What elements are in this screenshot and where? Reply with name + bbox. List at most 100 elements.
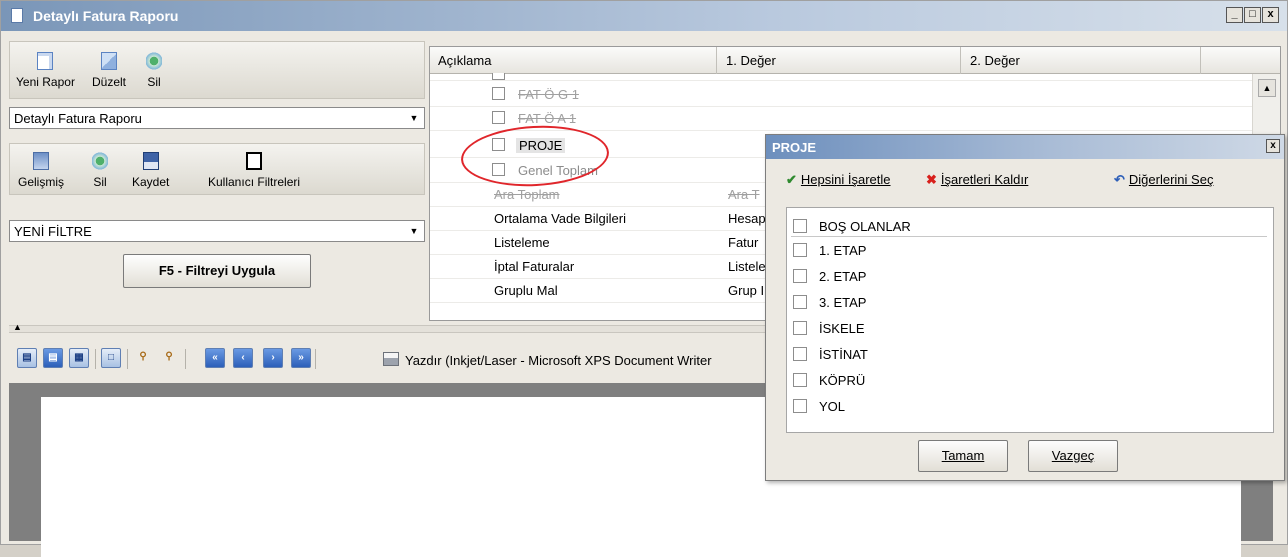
item-checkbox[interactable] [793, 373, 807, 387]
item-checkbox[interactable] [793, 269, 807, 283]
collapse-icon[interactable]: ▲ [13, 322, 22, 332]
full-screen-icon[interactable]: □ [101, 348, 121, 368]
chevron-down-icon[interactable]: ▼ [406, 223, 422, 239]
report-toolbar: Yeni Rapor Düzelt Sil [9, 41, 425, 99]
row-checkbox[interactable] [492, 73, 505, 80]
delete-icon [146, 52, 162, 70]
save-filter-button[interactable]: Kaydet [132, 152, 169, 189]
check-icon: ✔ [786, 172, 797, 187]
report-icon [11, 8, 23, 23]
item-label: KÖPRÜ [819, 373, 866, 388]
zoom-out-icon[interactable]: ⚲ [159, 348, 179, 368]
delete-filter-label: Sil [93, 175, 107, 189]
item-label: 1. ETAP [819, 243, 867, 258]
column-header-description[interactable]: Açıklama [438, 53, 491, 68]
apply-filter-button[interactable]: F5 - Filtreyi Uygula [123, 254, 311, 288]
project-list: BOŞ OLANLAR 1. ETAP 2. ETAP 3. ETAP İSKE… [786, 207, 1274, 433]
item-label: İSKELE [819, 321, 865, 336]
title-bar: Detaylı Fatura Raporu _ □ x [1, 1, 1287, 31]
new-report-label: Yeni Rapor [16, 75, 75, 89]
page-width-icon[interactable]: ▤ [43, 348, 63, 368]
single-page-icon[interactable]: ▤ [17, 348, 37, 368]
row-label: Ara Toplam [494, 187, 560, 202]
row-value1: Ara T [728, 187, 760, 202]
first-page-icon[interactable]: « [205, 348, 225, 368]
select-all-button[interactable]: ✔ Hepsini İşaretle [786, 172, 891, 188]
item-label: 2. ETAP [819, 269, 867, 284]
item-label: YOL [819, 399, 846, 414]
ok-button[interactable]: Tamam [918, 440, 1008, 472]
left-panel: Yeni Rapor Düzelt Sil Detaylı Fatura Rap… [9, 41, 425, 321]
invert-selection-label: Diğerlerini Seç [1128, 172, 1214, 187]
last-page-icon[interactable]: » [291, 348, 311, 368]
edit-report-button[interactable]: Düzelt [92, 52, 126, 89]
multi-page-icon[interactable]: ▦ [69, 348, 89, 368]
delete-icon [92, 152, 108, 170]
item-checkbox[interactable] [793, 321, 807, 335]
ok-label: Tamam [941, 448, 985, 463]
report-window: Detaylı Fatura Raporu _ □ x Yeni Rapor D… [0, 0, 1288, 557]
item-checkbox[interactable] [793, 243, 807, 257]
item-checkbox[interactable] [793, 399, 807, 413]
scroll-up-icon[interactable]: ▲ [1258, 79, 1276, 97]
row-value1: Listele [728, 259, 766, 274]
chevron-down-icon[interactable]: ▼ [406, 110, 422, 126]
item-checkbox[interactable] [793, 347, 807, 361]
filter-select[interactable]: YENİ FİLTRE ▼ [9, 220, 425, 242]
row-label: Ortalama Vade Bilgileri [494, 211, 626, 226]
row-checkbox[interactable] [492, 87, 505, 100]
printer-icon[interactable] [383, 352, 399, 366]
item-label: 3. ETAP [819, 295, 867, 310]
item-label: BOŞ OLANLAR [819, 219, 911, 234]
item-checkbox[interactable] [793, 295, 807, 309]
column-header-value2[interactable]: 2. Değer [970, 53, 1020, 68]
row-label: FAT Ö G 1 [518, 87, 579, 102]
print-button[interactable]: Yazdır (Inkjet/Laser - Microsoft XPS Doc… [405, 353, 712, 368]
zoom-in-icon[interactable]: ⚲ [133, 348, 153, 368]
report-select-value: Detaylı Fatura Raporu [14, 111, 142, 126]
window-controls: _ □ x [1226, 7, 1279, 23]
clear-selection-label: İşaretleri Kaldır [940, 172, 1029, 187]
advanced-label: Gelişmiş [18, 175, 65, 189]
row-checkbox[interactable] [492, 111, 505, 124]
next-page-icon[interactable]: › [263, 348, 283, 368]
report-select[interactable]: Detaylı Fatura Raporu ▼ [9, 107, 425, 129]
advanced-icon [33, 152, 49, 170]
save-icon [142, 152, 159, 170]
dialog-title-bar: PROJE x [766, 135, 1284, 159]
delete-filter-button[interactable]: Sil [92, 152, 108, 189]
clear-selection-button[interactable]: ✖ İşaretleri Kaldır [926, 172, 1028, 188]
select-all-label: Hepsini İşaretle [800, 172, 891, 187]
minimize-button[interactable]: _ [1226, 7, 1243, 23]
user-filters-label: Kullanıcı Filtreleri [208, 175, 301, 189]
row-label: Listeleme [494, 235, 550, 250]
column-header-value1[interactable]: 1. Değer [726, 53, 776, 68]
checkbox-icon [246, 152, 263, 170]
item-checkbox[interactable] [793, 219, 807, 233]
row-value1: Hesap [728, 211, 766, 226]
cancel-button[interactable]: Vazgeç [1028, 440, 1118, 472]
maximize-button[interactable]: □ [1244, 7, 1261, 23]
table-row[interactable]: FAT Ö G 1 [430, 83, 1280, 107]
close-icon[interactable]: x [1266, 139, 1280, 153]
filter-select-value: YENİ FİLTRE [14, 224, 92, 239]
row-label: İptal Faturalar [494, 259, 575, 274]
delete-report-label: Sil [147, 75, 161, 89]
filter-dialog: PROJE x ✔ Hepsini İşaretle ✖ İşaretleri Ka… [765, 134, 1285, 481]
row-label: FAT Ö A 1 [518, 111, 577, 126]
table-row[interactable] [430, 73, 1280, 81]
edit-report-label: Düzelt [92, 75, 127, 89]
close-button[interactable]: x [1262, 7, 1279, 23]
cancel-label: Vazgeç [1051, 448, 1095, 463]
previous-page-icon[interactable]: ‹ [233, 348, 253, 368]
row-label: Gruplu Mal [494, 283, 558, 298]
user-filters-button[interactable]: Kullanıcı Filtreleri [208, 152, 300, 189]
advanced-button[interactable]: Gelişmiş [18, 152, 64, 189]
edit-document-icon [101, 52, 117, 70]
clear-icon: ✖ [926, 172, 937, 187]
delete-report-button[interactable]: Sil [146, 52, 162, 89]
new-report-button[interactable]: Yeni Rapor [16, 52, 75, 89]
grid-header: Açıklama 1. Değer 2. Değer [430, 47, 1280, 74]
save-filter-label: Kaydet [132, 175, 170, 189]
invert-selection-button[interactable]: ↶ Diğerlerini Seç [1114, 172, 1213, 188]
